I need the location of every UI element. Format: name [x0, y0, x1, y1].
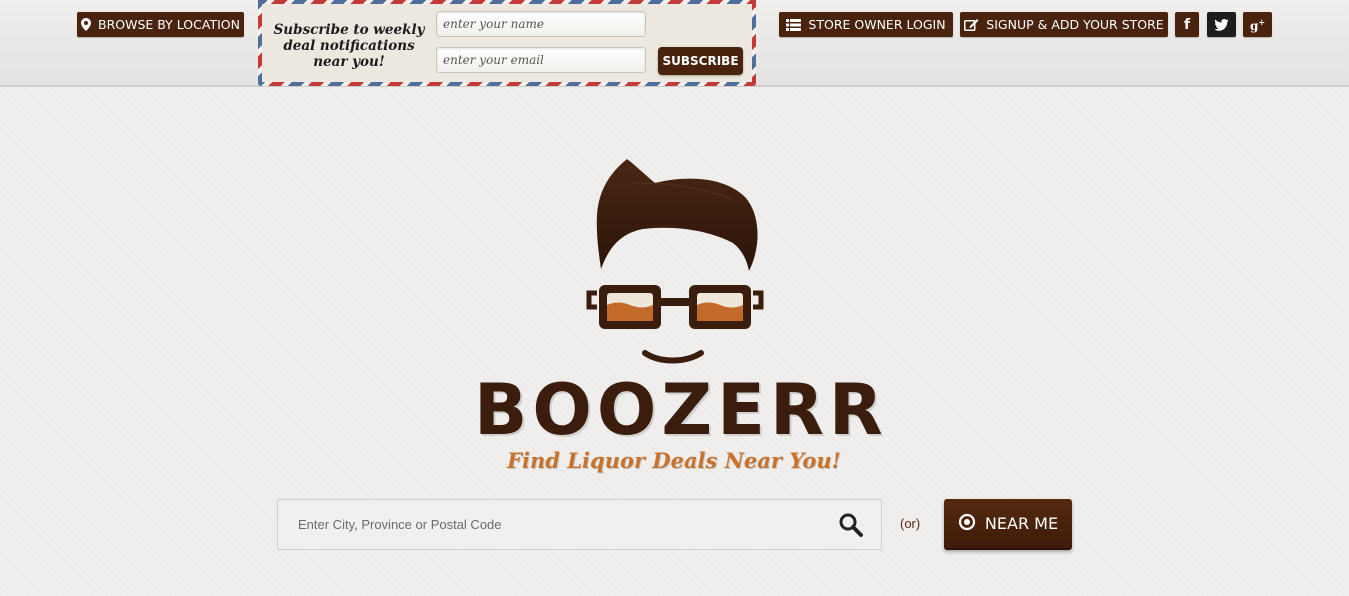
store-owner-login-label: STORE OWNER LOGIN — [808, 17, 946, 32]
boozerr-face-logo — [586, 159, 764, 364]
twitter-button[interactable] — [1207, 12, 1236, 37]
facebook-button[interactable]: f — [1175, 12, 1199, 37]
subscribe-envelope: Subscribe to weekly deal notifications n… — [258, 0, 756, 86]
brand-name: BOOZERR — [474, 369, 888, 451]
or-separator: (or) — [900, 516, 921, 531]
glasses-icon — [586, 285, 764, 329]
google-plus-icon: g+ — [1249, 16, 1266, 33]
map-pin-icon — [81, 18, 92, 31]
hair-shape — [596, 159, 758, 271]
edit-icon — [964, 18, 979, 31]
store-owner-login-button[interactable]: STORE OWNER LOGIN — [779, 12, 953, 37]
browse-by-location-label: BROWSE BY LOCATION — [98, 17, 240, 32]
location-search-input[interactable] — [278, 500, 818, 549]
location-search-box — [277, 499, 882, 550]
google-plus-button[interactable]: g+ — [1243, 12, 1272, 37]
list-icon — [786, 18, 802, 31]
twitter-icon — [1214, 18, 1229, 31]
browse-by-location-button[interactable]: BROWSE BY LOCATION — [77, 12, 244, 37]
facebook-icon: f — [1183, 16, 1191, 33]
name-field[interactable] — [436, 11, 646, 37]
subscribe-text: Subscribe to weekly deal notifications n… — [273, 22, 425, 70]
top-bar: BROWSE BY LOCATION Subscribe to weekly d… — [0, 0, 1349, 87]
subscribe-panel: Subscribe to weekly deal notifications n… — [262, 4, 752, 82]
brand-tagline: Find Liquor Deals Near You! — [507, 448, 841, 473]
near-me-label: NEAR ME — [984, 514, 1059, 533]
search-icon[interactable] — [838, 512, 864, 538]
signup-add-store-button[interactable]: SIGNUP & ADD YOUR STORE — [960, 12, 1168, 37]
subscribe-button[interactable]: SUBSCRIBE — [658, 47, 743, 75]
near-me-button[interactable]: NEAR ME — [944, 499, 1072, 550]
target-icon — [958, 513, 976, 535]
signup-add-store-label: SIGNUP & ADD YOUR STORE — [986, 17, 1164, 32]
email-field[interactable] — [436, 47, 646, 73]
smile-shape — [642, 350, 704, 364]
